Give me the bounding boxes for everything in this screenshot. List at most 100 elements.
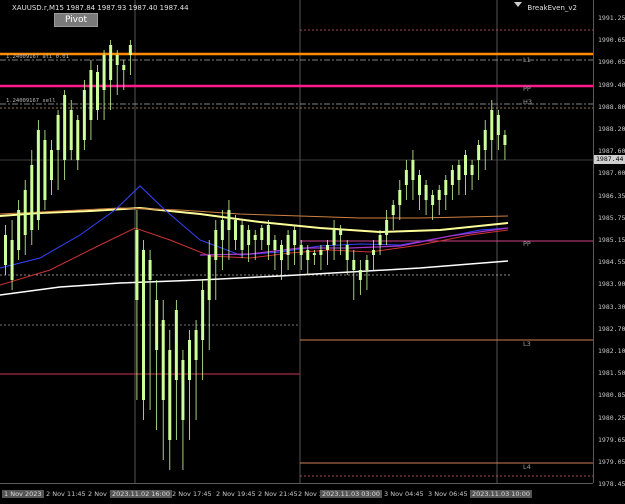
candle-body xyxy=(148,260,152,280)
candle-body xyxy=(293,230,297,245)
candle-body xyxy=(122,65,126,70)
candle-body xyxy=(352,260,356,270)
candle-body xyxy=(253,235,257,240)
candle-body xyxy=(345,245,349,260)
candle-body xyxy=(266,225,270,245)
candle-body xyxy=(142,250,145,400)
time-tick-label: 1 Nov 2023 xyxy=(2,490,44,498)
candle-body xyxy=(181,360,185,420)
price-tick-label: 1985.75 xyxy=(598,213,625,222)
candle-body xyxy=(115,55,119,65)
time-tick-label: 2 Nov 11:45 xyxy=(46,490,86,498)
candle-body xyxy=(431,195,435,205)
candle-body xyxy=(76,120,80,160)
candle-body xyxy=(358,270,362,280)
price-tick-label: 1990.65 xyxy=(598,36,625,45)
symbol-info: XAUUSD.r,M15 1987.84 1987.93 1987.40 198… xyxy=(12,4,189,12)
time-axis[interactable]: 1 Nov 2023 2 Nov 11:45 2 Nov 14:45 2023.11.… xyxy=(0,483,593,504)
price-tick-label: 1978.45 xyxy=(598,480,625,489)
candle-body xyxy=(280,245,283,260)
price-tick-label: 1982.70 xyxy=(598,324,625,333)
sma-orange-line xyxy=(0,207,509,219)
pivot-button[interactable]: Pivot xyxy=(54,13,98,27)
candle-body xyxy=(10,240,14,280)
time-tick-label: 2 Nov 19:45 xyxy=(216,490,256,498)
candle-body xyxy=(385,220,389,235)
candle-body xyxy=(155,300,159,350)
price-axis[interactable]: 1987.44 1991.25 1990.65 1990.05 1989.40 1988… xyxy=(593,0,625,488)
level-l1-upper-label: L1 xyxy=(523,56,531,64)
candle-body xyxy=(43,140,47,200)
time-tick-label: 2 Nov 17:45 xyxy=(172,490,212,498)
candle-body xyxy=(450,170,454,185)
indicator-name: BreakEven_v2 xyxy=(527,4,577,12)
sma-white-line xyxy=(0,260,509,296)
candle-body xyxy=(247,230,251,245)
price-tick-label: 1989.40 xyxy=(598,80,625,89)
price-tick-label: 1987.00 xyxy=(598,169,625,178)
price-tick-label: 1980.25 xyxy=(598,413,625,422)
candle-body xyxy=(109,45,113,80)
price-tick-label: 1980.85 xyxy=(598,391,625,400)
candle-body xyxy=(490,110,494,140)
candle-body xyxy=(464,155,467,175)
candle-body xyxy=(260,228,264,240)
candle-body xyxy=(168,350,172,440)
price-chart[interactable] xyxy=(0,0,593,483)
candle-body xyxy=(339,230,343,235)
price-tick-label: 1979.65 xyxy=(598,435,625,444)
price-tick-label: 1988.20 xyxy=(598,125,625,133)
candle-body xyxy=(23,190,27,235)
time-tick-label: 3 Nov 06:45 xyxy=(428,490,468,498)
candle-body xyxy=(470,165,474,175)
candle-body xyxy=(194,330,198,360)
candle-body xyxy=(273,240,277,250)
candle-body xyxy=(391,205,395,215)
candle-body xyxy=(319,250,323,255)
price-tick-label: 1990.05 xyxy=(598,58,625,67)
candle-body xyxy=(82,90,86,140)
time-tick-label: 3 Nov 04:45 xyxy=(384,490,424,498)
candle-body xyxy=(496,115,500,135)
candle-body xyxy=(207,255,211,300)
candle-body xyxy=(4,235,7,265)
candle-body xyxy=(424,185,428,200)
candle-body xyxy=(483,130,487,150)
candle-body xyxy=(372,250,375,255)
candle-body xyxy=(56,115,60,150)
candle-body xyxy=(299,245,303,255)
trade-label-2: 1.24009167 sell xyxy=(6,98,56,104)
candle-body xyxy=(201,290,205,340)
candle-body xyxy=(404,170,408,185)
level-l4-label: L4 xyxy=(523,463,531,471)
price-tick-label: 1987.60 xyxy=(598,147,625,156)
candle-body xyxy=(128,45,132,55)
candle-body xyxy=(135,230,139,300)
candle-body xyxy=(326,245,329,250)
candle-body xyxy=(503,135,507,145)
price-tick-label: 1982.10 xyxy=(598,347,625,355)
candle-body xyxy=(378,235,382,245)
candle-body xyxy=(214,230,218,260)
candle-body xyxy=(30,165,34,230)
candle-body xyxy=(174,310,178,380)
price-tick-label: 1988.80 xyxy=(598,102,625,111)
sma-yellow-line xyxy=(0,206,509,234)
collapse-triangle-icon[interactable] xyxy=(514,2,522,7)
candle-body xyxy=(312,253,316,255)
candle-body xyxy=(227,210,231,230)
candle-body xyxy=(418,175,421,195)
candle-body xyxy=(457,165,461,180)
candle-body xyxy=(69,110,73,150)
time-tick-label: 2023.11.03 10:00 xyxy=(470,490,533,498)
price-tick-label: 1979.05 xyxy=(598,458,625,466)
candle-body xyxy=(332,230,336,245)
candle-body xyxy=(63,95,67,160)
candle-body xyxy=(477,145,481,160)
time-tick-label: 2023.11.02 16:00 xyxy=(110,490,173,498)
price-tick-label: 1981.50 xyxy=(598,369,625,378)
candle-body xyxy=(17,210,21,250)
candle-body xyxy=(50,150,53,180)
price-tick-label: 1983.30 xyxy=(598,302,625,311)
price-tick-label: 1986.35 xyxy=(598,191,625,200)
